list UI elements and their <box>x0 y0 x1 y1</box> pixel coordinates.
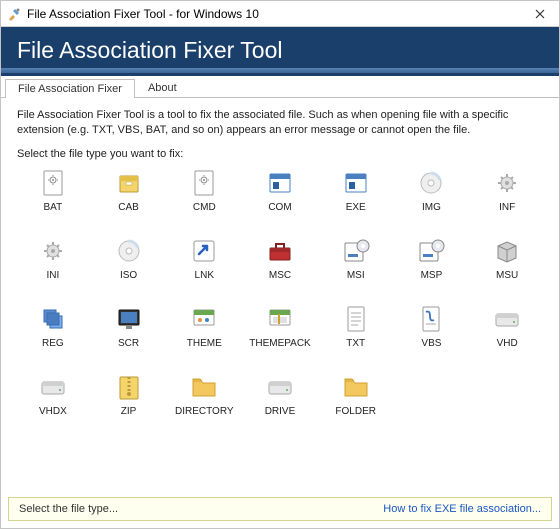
tab-about[interactable]: About <box>135 78 190 97</box>
file-type-label: VHDX <box>39 406 67 417</box>
file-type-label: TXT <box>346 338 365 349</box>
file-type-label: ZIP <box>121 406 137 417</box>
file-type-label: INF <box>499 202 515 213</box>
zip-icon <box>114 372 144 402</box>
file-type-scr[interactable]: SCR <box>93 304 165 364</box>
file-type-label: MSU <box>496 270 518 281</box>
intro-text: File Association Fixer Tool is a tool to… <box>17 108 543 138</box>
theme-icon <box>189 304 219 334</box>
txt-icon <box>341 304 371 334</box>
script-icon <box>416 304 446 334</box>
gear-doc-icon <box>189 168 219 198</box>
disc-icon <box>416 168 446 198</box>
file-type-themepack[interactable]: THEMEPACK <box>244 304 316 364</box>
screen-icon <box>114 304 144 334</box>
status-text: Select the file type... <box>19 503 118 515</box>
file-type-label: REG <box>42 338 64 349</box>
file-type-msc[interactable]: MSC <box>244 236 316 296</box>
file-type-label: LNK <box>195 270 214 281</box>
installer-icon <box>341 236 371 266</box>
gear-doc-icon <box>38 168 68 198</box>
window-title: File Association Fixer Tool - for Window… <box>27 7 521 21</box>
gear-icon <box>492 168 522 198</box>
file-type-reg[interactable]: REG <box>17 304 89 364</box>
file-type-grid: BAT CAB CMD COM EXE IMG INF INI ISO LNK MSC MSI MSP M… <box>17 168 543 432</box>
file-type-lnk[interactable]: LNK <box>168 236 240 296</box>
file-type-zip[interactable]: ZIP <box>93 372 165 432</box>
file-type-label: THEMEPACK <box>249 338 311 349</box>
file-type-label: CMD <box>193 202 216 213</box>
file-type-img[interactable]: IMG <box>396 168 468 228</box>
file-type-vhd[interactable]: VHD <box>471 304 543 364</box>
file-type-txt[interactable]: TXT <box>320 304 392 364</box>
file-type-label: MSP <box>421 270 443 281</box>
folder-icon <box>189 372 219 402</box>
installer-icon <box>416 236 446 266</box>
statusbar: Select the file type... How to fix EXE f… <box>8 497 552 521</box>
file-type-label: IMG <box>422 202 441 213</box>
app-title: File Association Fixer Tool <box>17 37 543 64</box>
prompt-text: Select the file type you want to fix: <box>17 148 543 160</box>
file-type-label: COM <box>268 202 291 213</box>
tab-bar: File Association Fixer About <box>1 76 559 98</box>
file-type-bat[interactable]: BAT <box>17 168 89 228</box>
gear-icon <box>38 236 68 266</box>
file-type-folder[interactable]: FOLDER <box>320 372 392 432</box>
content-area: File Association Fixer Tool is a tool to… <box>1 98 559 438</box>
reg-icon <box>38 304 68 334</box>
file-type-label: VBS <box>421 338 441 349</box>
file-type-label: FOLDER <box>335 406 376 417</box>
file-type-msi[interactable]: MSI <box>320 236 392 296</box>
help-link[interactable]: How to fix EXE file association... <box>383 503 541 515</box>
file-type-label: EXE <box>346 202 366 213</box>
disc-icon <box>114 236 144 266</box>
file-type-msp[interactable]: MSP <box>396 236 468 296</box>
file-type-label: THEME <box>187 338 222 349</box>
file-type-inf[interactable]: INF <box>471 168 543 228</box>
app-icon <box>7 7 21 21</box>
cab-icon <box>114 168 144 198</box>
file-type-theme[interactable]: THEME <box>168 304 240 364</box>
file-type-directory[interactable]: DIRECTORY <box>168 372 240 432</box>
file-type-drive[interactable]: DRIVE <box>244 372 316 432</box>
file-type-label: ISO <box>120 270 137 281</box>
tab-file-association-fixer[interactable]: File Association Fixer <box>5 79 135 98</box>
file-type-label: DRIVE <box>265 406 296 417</box>
close-icon <box>535 9 545 19</box>
toolbox-icon <box>265 236 295 266</box>
file-type-cab[interactable]: CAB <box>93 168 165 228</box>
app-window-icon <box>341 168 371 198</box>
drive-icon <box>38 372 68 402</box>
themepack-icon <box>265 304 295 334</box>
header-accent-line <box>1 68 559 73</box>
header: File Association Fixer Tool <box>1 27 559 76</box>
titlebar: File Association Fixer Tool - for Window… <box>1 1 559 27</box>
app-window-icon <box>265 168 295 198</box>
drive-icon <box>492 304 522 334</box>
file-type-com[interactable]: COM <box>244 168 316 228</box>
drive-icon <box>265 372 295 402</box>
package-icon <box>492 236 522 266</box>
folder-icon <box>341 372 371 402</box>
file-type-label: VHD <box>497 338 518 349</box>
file-type-label: MSC <box>269 270 291 281</box>
file-type-ini[interactable]: INI <box>17 236 89 296</box>
file-type-exe[interactable]: EXE <box>320 168 392 228</box>
file-type-vhdx[interactable]: VHDX <box>17 372 89 432</box>
file-type-label: DIRECTORY <box>175 406 234 417</box>
file-type-label: SCR <box>118 338 139 349</box>
file-type-vbs[interactable]: VBS <box>396 304 468 364</box>
shortcut-icon <box>189 236 219 266</box>
file-type-label: BAT <box>43 202 62 213</box>
file-type-label: CAB <box>118 202 139 213</box>
file-type-msu[interactable]: MSU <box>471 236 543 296</box>
close-button[interactable] <box>521 1 559 26</box>
file-type-label: MSI <box>347 270 365 281</box>
file-type-iso[interactable]: ISO <box>93 236 165 296</box>
file-type-cmd[interactable]: CMD <box>168 168 240 228</box>
file-type-label: INI <box>46 270 59 281</box>
